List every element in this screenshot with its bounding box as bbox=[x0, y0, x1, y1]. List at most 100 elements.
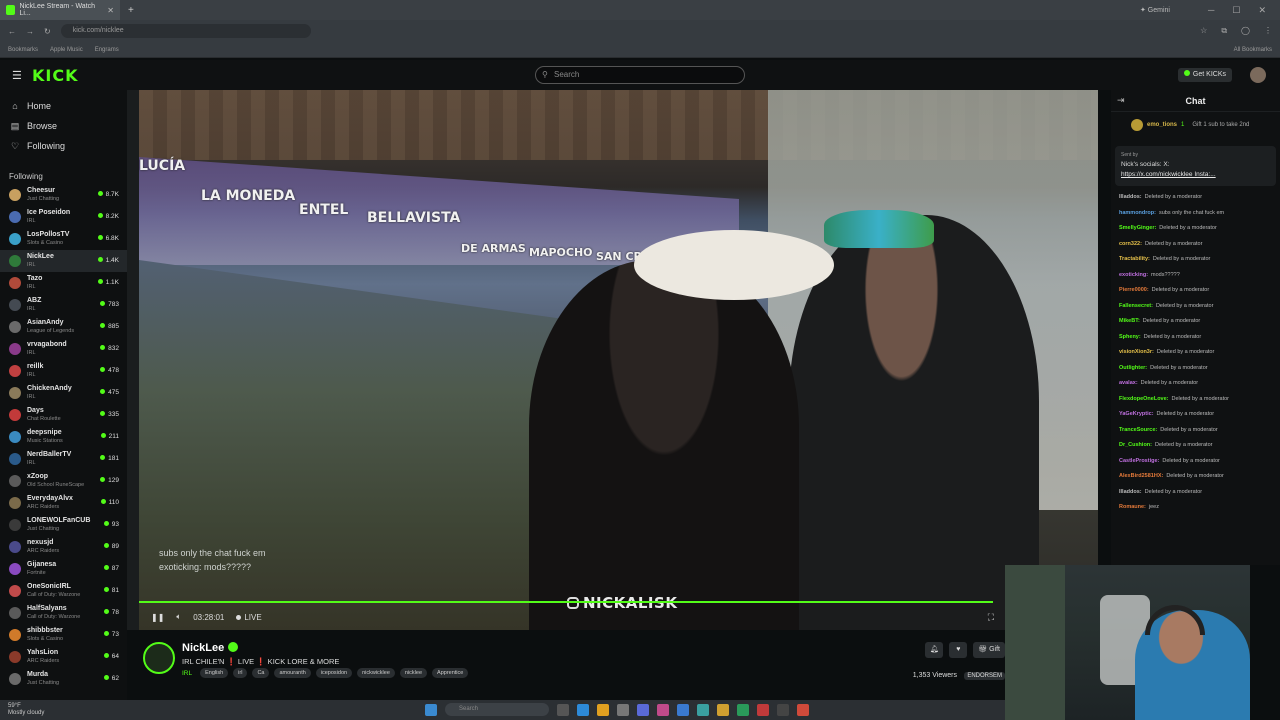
streamer-name[interactable]: NickLee bbox=[182, 642, 224, 654]
hamburger-menu-icon[interactable]: ☰ bbox=[12, 69, 22, 82]
tag[interactable]: nicklee bbox=[399, 668, 428, 678]
chat-username[interactable]: MikeBT: bbox=[1119, 318, 1140, 324]
close-window-icon[interactable]: ✕ bbox=[1258, 5, 1266, 16]
tab-close-icon[interactable]: ✕ bbox=[107, 6, 114, 15]
start-icon[interactable] bbox=[425, 703, 437, 716]
sidebar-channel[interactable]: ChickenAndy IRL 475 bbox=[0, 382, 127, 404]
bookmark-3[interactable]: Engrams bbox=[95, 47, 119, 53]
sidebar-channel[interactable]: OneSonicIRL Call of Duty: Warzone 81 bbox=[0, 580, 127, 602]
chat-username[interactable]: Spheny: bbox=[1119, 334, 1141, 340]
app-icon[interactable] bbox=[777, 703, 789, 716]
nav-home[interactable]: ⌂ Home bbox=[0, 96, 127, 116]
video-progress-bar[interactable] bbox=[139, 601, 993, 603]
gemini-button[interactable]: ✦ Gemini bbox=[1140, 6, 1170, 14]
edge-icon[interactable] bbox=[577, 703, 589, 716]
chat-username[interactable]: SmellyGinger: bbox=[1119, 225, 1156, 231]
sidebar-channel[interactable]: NickLee IRL 1.4K bbox=[0, 250, 127, 272]
taskbar-search[interactable]: Search bbox=[445, 703, 549, 716]
sidebar-channel[interactable]: Ice Poseidon IRL 8.2K bbox=[0, 206, 127, 228]
weather-widget[interactable]: 59°F Mostly cloudy bbox=[0, 703, 120, 717]
nav-browse[interactable]: ▤ Browse bbox=[0, 116, 127, 136]
reload-icon[interactable]: ↻ bbox=[44, 27, 51, 36]
chat-username[interactable]: Outlighter: bbox=[1119, 365, 1147, 371]
sidebar-channel[interactable]: EverydayAlvx ARC Raiders 110 bbox=[0, 492, 127, 514]
sidebar-channel[interactable]: xZoop Old School RuneScape 129 bbox=[0, 470, 127, 492]
app-icon[interactable] bbox=[657, 703, 669, 716]
notification-bell-icon[interactable]: 🔔︎ bbox=[925, 642, 944, 658]
chat-username[interactable]: Pierre0000: bbox=[1119, 287, 1149, 293]
bookmark-star-icon[interactable]: ☆ bbox=[1200, 26, 1207, 36]
collapse-chat-icon[interactable]: ⇥ bbox=[1117, 95, 1125, 106]
nav-following[interactable]: ♡ Following bbox=[0, 136, 127, 156]
app-icon[interactable] bbox=[797, 703, 809, 716]
chat-username[interactable]: hammondrop: bbox=[1119, 210, 1156, 216]
tag[interactable]: English bbox=[200, 668, 229, 678]
sidebar-channel[interactable]: reillk IRL 478 bbox=[0, 360, 127, 382]
sidebar-channel[interactable]: deepsnipe Music Stations 211 bbox=[0, 426, 127, 448]
chat-username[interactable]: Illaddos: bbox=[1119, 489, 1142, 495]
chat-username[interactable]: YaGeKryptic: bbox=[1119, 411, 1154, 417]
chat-username[interactable]: exoticking: bbox=[1119, 272, 1148, 278]
app-icon[interactable] bbox=[737, 703, 749, 716]
follow-heart-icon[interactable]: ♥ bbox=[949, 642, 968, 658]
menu-icon[interactable]: ⋮ bbox=[1264, 26, 1272, 36]
sidebar-channel[interactable]: YahsLion ARC Raiders 64 bbox=[0, 646, 127, 668]
browser-tab[interactable]: NickLee Stream - Watch Li... ✕ bbox=[0, 0, 120, 20]
live-indicator[interactable]: LIVE bbox=[236, 613, 261, 622]
chat-username[interactable]: Fallensecret: bbox=[1119, 303, 1153, 309]
minimize-icon[interactable]: ─ bbox=[1208, 5, 1214, 15]
bookmark-2[interactable]: Apple Music bbox=[50, 47, 83, 53]
url-field[interactable]: kick.com/nicklee bbox=[60, 24, 311, 38]
chat-username[interactable]: corn322: bbox=[1119, 241, 1142, 247]
back-icon[interactable]: ← bbox=[8, 27, 16, 36]
pinned-message[interactable]: Sent by Nick's socials: X: https://x.com… bbox=[1115, 146, 1276, 186]
profile-icon[interactable]: ◯ bbox=[1241, 26, 1250, 36]
tag[interactable]: irl bbox=[233, 668, 248, 678]
gift-button[interactable]: 🎁︎ Gift bbox=[973, 642, 1005, 658]
sidebar-channel[interactable]: LONEWOLFanCUB Just Chatting 93 bbox=[0, 514, 127, 536]
sidebar-channel[interactable]: AsianAndy League of Legends 885 bbox=[0, 316, 127, 338]
chat-username[interactable]: AlexBird2581HX: bbox=[1119, 473, 1163, 479]
app-icon[interactable] bbox=[637, 703, 649, 716]
chat-username[interactable]: FlexdopeOneLove: bbox=[1119, 396, 1169, 402]
sidebar-channel[interactable]: Days Chat Roulette 335 bbox=[0, 404, 127, 426]
extensions-icon[interactable]: ⧉ bbox=[1221, 26, 1227, 36]
chat-username[interactable]: Romaune: bbox=[1119, 504, 1146, 510]
tag[interactable]: iceposidon bbox=[315, 668, 353, 678]
pause-icon[interactable]: ❚❚ bbox=[151, 613, 164, 622]
sidebar-channel[interactable]: ABZ IRL 783 bbox=[0, 294, 127, 316]
get-kicks-button[interactable]: Get KICKs bbox=[1177, 68, 1232, 82]
app-icon[interactable] bbox=[617, 703, 629, 716]
top-gifter[interactable]: emo_tions 1 Gift 1 sub to take 2nd bbox=[1111, 112, 1280, 138]
sidebar-channel[interactable]: HalfSalyans Call of Duty: Warzone 78 bbox=[0, 602, 127, 624]
task-view-icon[interactable] bbox=[557, 703, 569, 716]
folder-icon[interactable] bbox=[717, 703, 729, 716]
fullscreen-icon[interactable]: ⛶ bbox=[988, 612, 994, 623]
sidebar-channel[interactable]: nexusjd ARC Raiders 89 bbox=[0, 536, 127, 558]
sidebar-channel[interactable]: Tazo IRL 1.1K bbox=[0, 272, 127, 294]
chat-username[interactable]: Tractability: bbox=[1119, 256, 1150, 262]
chat-username[interactable]: avalax: bbox=[1119, 380, 1138, 386]
chrome-icon[interactable] bbox=[597, 703, 609, 716]
sidebar-channel[interactable]: vrvagabond IRL 832 bbox=[0, 338, 127, 360]
chat-username[interactable]: Dr_Cushion: bbox=[1119, 442, 1152, 448]
pinned-link[interactable]: https://x.com/nickwicklee Insta:... bbox=[1121, 170, 1270, 180]
chat-username[interactable]: CastleProstige: bbox=[1119, 458, 1159, 464]
chat-username[interactable]: Illaddos: bbox=[1119, 194, 1142, 200]
sidebar-channel[interactable]: NerdBallerTV IRL 181 bbox=[0, 448, 127, 470]
forward-icon[interactable]: → bbox=[26, 27, 34, 36]
video-player[interactable]: LUCÍA LA MONEDA ENTEL BELLAVISTA DE ARMA… bbox=[127, 90, 1098, 630]
app-icon[interactable] bbox=[697, 703, 709, 716]
all-bookmarks[interactable]: All Bookmarks bbox=[1234, 47, 1272, 53]
tag[interactable]: Apprentice bbox=[432, 668, 469, 678]
tag[interactable]: amouranth bbox=[274, 668, 311, 678]
streamer-avatar[interactable] bbox=[143, 642, 175, 674]
user-avatar[interactable] bbox=[1250, 67, 1266, 83]
maximize-icon[interactable]: ☐ bbox=[1232, 5, 1240, 16]
sidebar-channel[interactable]: LosPollosTV Slots & Casino 6.8K bbox=[0, 228, 127, 250]
sidebar-channel[interactable]: shibbbster Slots & Casino 73 bbox=[0, 624, 127, 646]
sidebar-channel[interactable]: Gijanesa Fortnite 87 bbox=[0, 558, 127, 580]
bookmark-1[interactable]: Bookmarks bbox=[8, 47, 38, 53]
volume-icon[interactable]: 🔈︎ bbox=[176, 612, 181, 622]
app-icon[interactable] bbox=[757, 703, 769, 716]
